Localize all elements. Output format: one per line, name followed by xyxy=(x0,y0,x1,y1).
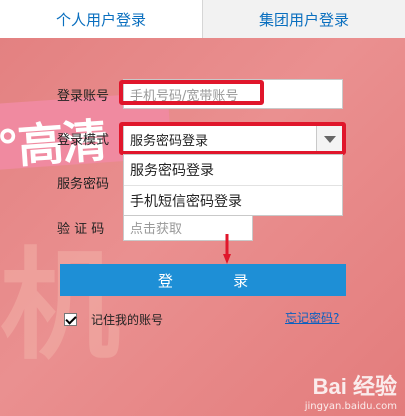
remember-account[interactable]: 记住我的账号 xyxy=(64,311,163,328)
watermark-url: jingyan.baidu.com xyxy=(304,401,397,412)
captcha-hint: 点击获取 xyxy=(130,221,183,237)
account-placeholder: 手机号码/宽带账号 xyxy=(130,88,239,104)
remember-label: 记住我的账号 xyxy=(91,313,164,327)
mode-option-password[interactable]: 服务密码登录 xyxy=(124,155,342,185)
checkbox-checked-icon[interactable] xyxy=(64,313,77,326)
login-button[interactable]: 登 录 xyxy=(60,264,346,296)
mode-dropdown: 服务密码登录 手机短信密码登录 xyxy=(123,154,343,216)
forgot-password-link[interactable]: 忘记密码? xyxy=(285,309,339,326)
login-tabs: 个人用户登录 集团用户登录 xyxy=(0,0,405,38)
mode-label: 登录模式 xyxy=(57,133,110,148)
watermark-logo: Bai 经验 xyxy=(312,374,397,399)
captcha-input[interactable]: 点击获取 xyxy=(123,213,253,241)
arrow-down-icon xyxy=(223,234,231,264)
account-label: 登录账号 xyxy=(57,89,110,104)
account-input[interactable]: 手机号码/宽带账号 xyxy=(123,79,343,109)
tab-group-login[interactable]: 集团用户登录 xyxy=(202,0,405,38)
captcha-label: 验 证 码 xyxy=(57,222,105,237)
mode-option-sms[interactable]: 手机短信密码登录 xyxy=(124,185,342,215)
watermark: Bai 经验 jingyan.baidu.com xyxy=(305,369,397,412)
mode-select[interactable]: 服务密码登录 xyxy=(123,124,343,154)
password-label: 服务密码 xyxy=(57,177,110,192)
mode-select-value: 服务密码登录 xyxy=(130,133,209,149)
chevron-down-icon[interactable] xyxy=(316,125,342,153)
tab-personal-login[interactable]: 个人用户登录 xyxy=(0,0,202,38)
